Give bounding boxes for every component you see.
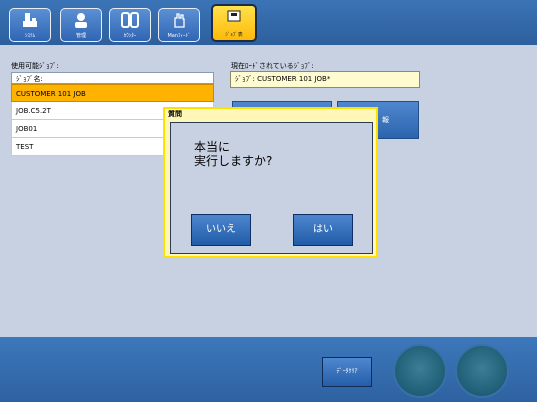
dialog-title: 質問 xyxy=(168,110,182,118)
system-button[interactable]: ｼｽﾃﾑ xyxy=(9,8,51,42)
loaded-job-field: ｼﾞｮﾌﾞ: CUSTOMER 101 JOB* xyxy=(230,71,420,88)
round-button-left[interactable] xyxy=(393,344,447,398)
round-button-right[interactable] xyxy=(455,344,509,398)
job-table-button[interactable]: ｼﾞｮﾌﾞ表 xyxy=(211,4,257,42)
dialog-body: 本当に 実行しますか? いいえ はい xyxy=(170,122,373,254)
available-jobs-label: 使用可能ｼﾞｮﾌﾞ: xyxy=(11,62,59,70)
job-list-item[interactable]: CUSTOMER 101 JOB xyxy=(11,84,214,102)
user-icon xyxy=(75,13,87,28)
data-clear-button[interactable]: ﾃﾞｰﾀｸﾘｱ xyxy=(322,357,372,387)
admin-button[interactable]: 管理 xyxy=(60,8,102,42)
admin-button-label: 管理 xyxy=(75,33,86,39)
confirm-dialog: 質問 本当に 実行しますか? いいえ はい xyxy=(163,107,378,258)
job-icon xyxy=(227,10,241,22)
job-info-button-label: 報 xyxy=(382,116,389,124)
job-list-header: ｼﾞｮﾌﾞ名: xyxy=(11,72,214,84)
job-table-button-label: ｼﾞｮﾌﾞ表 xyxy=(225,32,243,38)
dialog-message-line1: 本当に xyxy=(194,140,231,154)
yes-button[interactable]: はい xyxy=(293,214,353,246)
dialog-message-line2: 実行しますか? xyxy=(194,154,273,168)
hand-icon xyxy=(174,13,185,28)
counter-button-label: ｶｳﾝﾀｰ xyxy=(123,33,137,39)
counter-icon xyxy=(121,12,139,28)
system-icon xyxy=(23,13,37,27)
dialog-message: 本当に 実行しますか? xyxy=(194,140,272,168)
system-button-label: ｼｽﾃﾑ xyxy=(24,33,35,39)
no-button[interactable]: いいえ xyxy=(191,214,251,246)
counter-button[interactable]: ｶｳﾝﾀｰ xyxy=(109,8,151,42)
manual-feed-button-label: Manﾌｨｰﾄﾞ xyxy=(167,33,191,39)
loaded-job-label: 現在ﾛｰﾄﾞされているｼﾞｮﾌﾞ: xyxy=(231,62,314,70)
manual-feed-button[interactable]: Manﾌｨｰﾄﾞ xyxy=(158,8,200,42)
top-toolbar: ｼｽﾃﾑ 管理 ｶｳﾝﾀｰ Manﾌｨｰﾄﾞ ｼﾞｮﾌﾞ表 xyxy=(0,0,537,45)
